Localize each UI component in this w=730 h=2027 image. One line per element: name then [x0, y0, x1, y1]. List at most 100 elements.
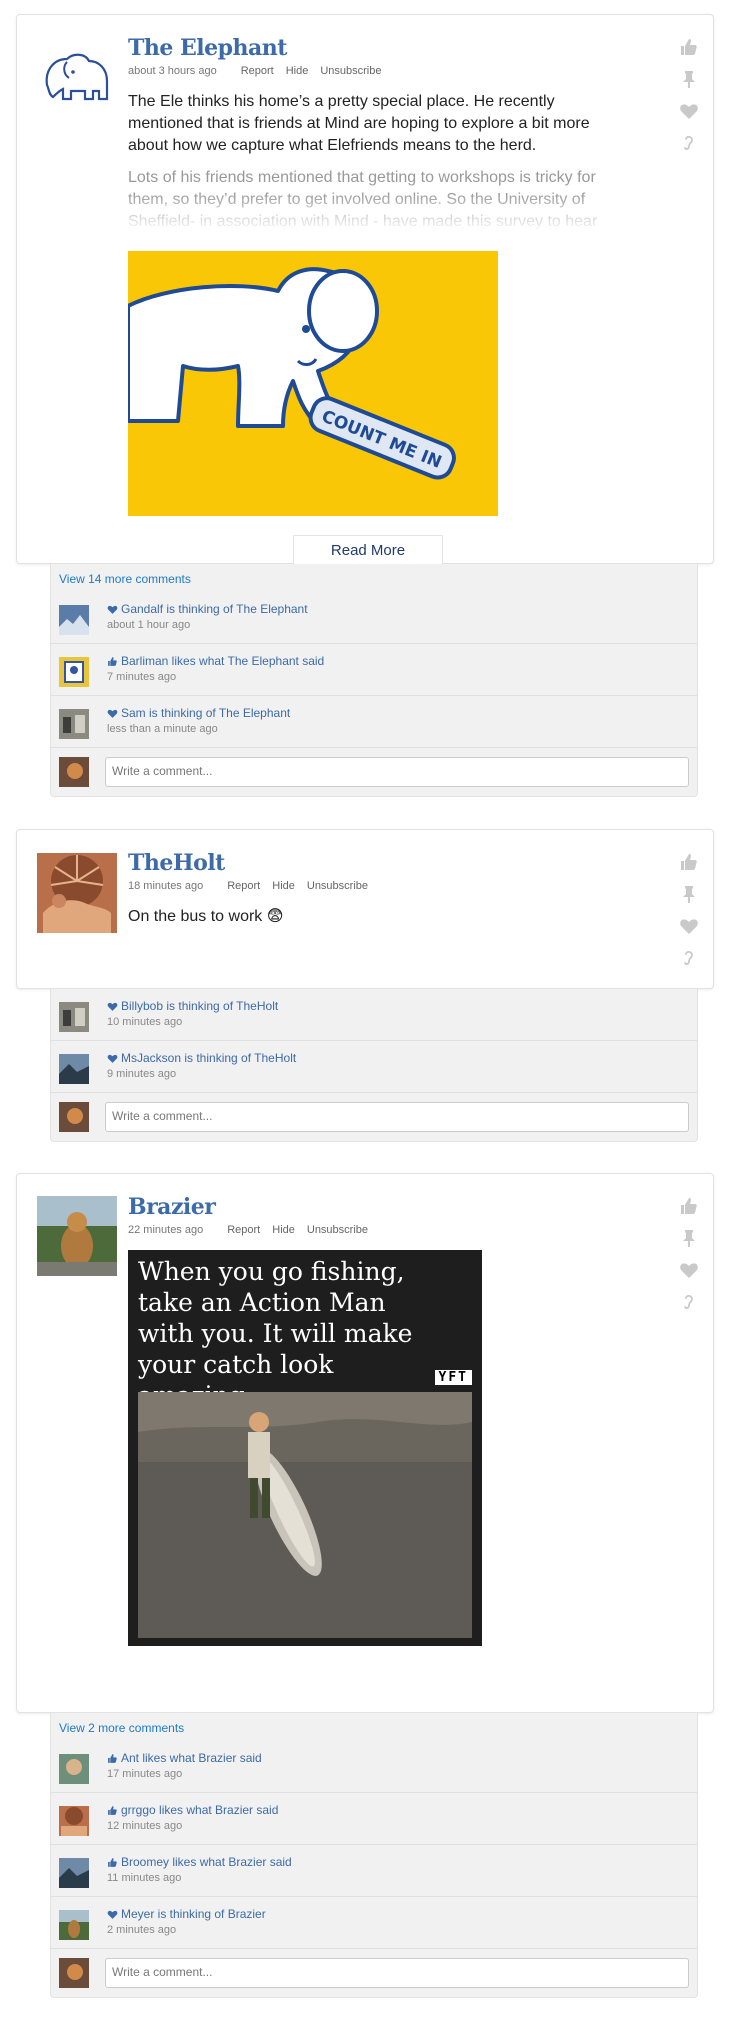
- avatar: [59, 1958, 89, 1988]
- post-text-truncated: Lots of his friends mentioned that getti…: [128, 167, 633, 233]
- heart-icon: [107, 1001, 118, 1012]
- elephant-illustration: COUNT ME IN: [128, 267, 456, 480]
- comments-panel: Billybob is thinking of TheHolt 10 minute…: [50, 989, 698, 1142]
- comment-text[interactable]: Billybob is thinking of TheHolt: [121, 999, 278, 1013]
- post-meta: about 3 hours ago Report Hide Unsubscrib…: [128, 65, 633, 77]
- post-actions: [677, 1196, 701, 1312]
- comment-time: 2 minutes ago: [107, 1924, 177, 1936]
- thumbs-up-icon: [107, 1857, 118, 1868]
- post-text: The Ele thinks his home’s a pretty speci…: [128, 93, 590, 154]
- avatar[interactable]: [59, 1806, 89, 1836]
- post-text-truncated-content: Lots of his friends mentioned that getti…: [128, 169, 598, 230]
- comment-time: 12 minutes ago: [107, 1820, 183, 1832]
- unsubscribe-link[interactable]: Unsubscribe: [307, 1224, 368, 1236]
- hide-link[interactable]: Hide: [286, 65, 309, 77]
- thumbs-up-icon[interactable]: [679, 1196, 699, 1216]
- comment-input[interactable]: [105, 757, 689, 787]
- thumbs-up-icon: [107, 1753, 118, 1764]
- avatar[interactable]: [37, 853, 117, 933]
- post-card: The Elephant about 3 hours ago Report Hi…: [16, 14, 714, 565]
- comment-item: Billybob is thinking of TheHolt 10 minute…: [51, 989, 697, 1041]
- avatar[interactable]: [59, 605, 89, 635]
- post-card: TheHolt 18 minutes ago Report Hide Unsub…: [16, 829, 714, 989]
- comment-input[interactable]: [105, 1102, 689, 1132]
- avatar[interactable]: [37, 40, 117, 120]
- post-meta: 22 minutes ago Report Hide Unsubscribe: [128, 1224, 633, 1236]
- hide-link[interactable]: Hide: [272, 880, 295, 892]
- comment-text[interactable]: Barliman likes what The Elephant said: [121, 654, 324, 668]
- comment-item: Broomey likes what Brazier said 11 minute…: [51, 1845, 697, 1897]
- view-more-comments-link[interactable]: View 2 more comments: [51, 1713, 697, 1741]
- read-more-button[interactable]: Read More: [293, 535, 443, 565]
- post-text: On the bus to work 😨: [128, 908, 284, 925]
- avatar: [59, 757, 89, 787]
- ear-icon[interactable]: [679, 133, 699, 153]
- post-image[interactable]: When you go fishing, take an Action Man …: [128, 1250, 482, 1646]
- post-timestamp: about 3 hours ago: [128, 65, 217, 77]
- comment-time: less than a minute ago: [107, 723, 218, 735]
- post-actions: [677, 37, 701, 153]
- avatar: [59, 1102, 89, 1132]
- comment-item: MsJackson is thinking of TheHolt 9 minute…: [51, 1041, 697, 1093]
- post-image[interactable]: COUNT ME IN: [128, 251, 498, 516]
- thumbs-up-icon[interactable]: [679, 37, 699, 57]
- comment-text[interactable]: Broomey likes what Brazier said: [121, 1855, 292, 1869]
- write-comment-row: [51, 1093, 697, 1141]
- comment-text[interactable]: Gandalf is thinking of The Elephant: [121, 602, 308, 616]
- avatar[interactable]: [59, 1054, 89, 1084]
- comment-text[interactable]: Sam is thinking of The Elephant: [121, 706, 290, 720]
- comments-panel: View 14 more comments Gandalf is thinkin…: [50, 564, 698, 797]
- heart-icon: [107, 604, 118, 615]
- poster-name[interactable]: The Elephant: [128, 35, 633, 61]
- pin-icon[interactable]: [679, 69, 699, 89]
- comment-item: grrggo likes what Brazier said 12 minutes…: [51, 1793, 697, 1845]
- pin-icon[interactable]: [679, 884, 699, 904]
- avatar[interactable]: [59, 1754, 89, 1784]
- heart-icon[interactable]: [679, 1260, 699, 1280]
- heart-icon: [107, 1053, 118, 1064]
- comment-text[interactable]: Ant likes what Brazier said: [121, 1751, 262, 1765]
- comment-item: Meyer is thinking of Brazier 2 minutes ag…: [51, 1897, 697, 1949]
- thumbs-up-icon: [107, 1805, 118, 1816]
- comment-item: Sam is thinking of The Elephant less than…: [51, 696, 697, 748]
- comments-panel: View 2 more comments Ant likes what Braz…: [50, 1713, 698, 1998]
- avatar[interactable]: [37, 1196, 117, 1276]
- thumbs-up-icon[interactable]: [679, 852, 699, 872]
- ear-icon[interactable]: [679, 948, 699, 968]
- unsubscribe-link[interactable]: Unsubscribe: [320, 65, 381, 77]
- unsubscribe-link[interactable]: Unsubscribe: [307, 880, 368, 892]
- avatar[interactable]: [59, 709, 89, 739]
- comment-time: 10 minutes ago: [107, 1016, 183, 1028]
- comment-text[interactable]: grrggo likes what Brazier said: [121, 1803, 278, 1817]
- avatar[interactable]: [59, 1910, 89, 1940]
- avatar[interactable]: [59, 657, 89, 687]
- heart-icon[interactable]: [679, 101, 699, 121]
- view-more-comments-link[interactable]: View 14 more comments: [51, 564, 697, 592]
- meme-badge: YFT: [434, 1370, 472, 1385]
- poster-name[interactable]: TheHolt: [128, 850, 633, 876]
- avatar[interactable]: [59, 1002, 89, 1032]
- post-timestamp: 18 minutes ago: [128, 880, 204, 892]
- meme-caption: When you go fishing, take an Action Man …: [138, 1257, 413, 1410]
- report-link[interactable]: Report: [241, 65, 274, 77]
- heart-icon: [107, 708, 118, 719]
- hide-link[interactable]: Hide: [272, 1224, 295, 1236]
- comment-item: Barliman likes what The Elephant said 7 m…: [51, 644, 697, 696]
- pin-icon[interactable]: [679, 1228, 699, 1248]
- comment-input[interactable]: [105, 1958, 689, 1988]
- write-comment-row: [51, 1949, 697, 1997]
- comment-text[interactable]: MsJackson is thinking of TheHolt: [121, 1051, 296, 1065]
- comment-time: 11 minutes ago: [107, 1872, 182, 1884]
- comment-time: 9 minutes ago: [107, 1068, 177, 1080]
- comment-time: 7 minutes ago: [107, 671, 177, 683]
- comment-text[interactable]: Meyer is thinking of Brazier: [121, 1907, 266, 1921]
- post-meta: 18 minutes ago Report Hide Unsubscribe: [128, 880, 633, 892]
- avatar[interactable]: [59, 1858, 89, 1888]
- heart-icon[interactable]: [679, 916, 699, 936]
- report-link[interactable]: Report: [227, 880, 260, 892]
- thumbs-up-icon: [107, 656, 118, 667]
- report-link[interactable]: Report: [227, 1224, 260, 1236]
- ear-icon[interactable]: [679, 1292, 699, 1312]
- poster-name[interactable]: Brazier: [128, 1194, 633, 1220]
- fishing-photo: [138, 1392, 472, 1638]
